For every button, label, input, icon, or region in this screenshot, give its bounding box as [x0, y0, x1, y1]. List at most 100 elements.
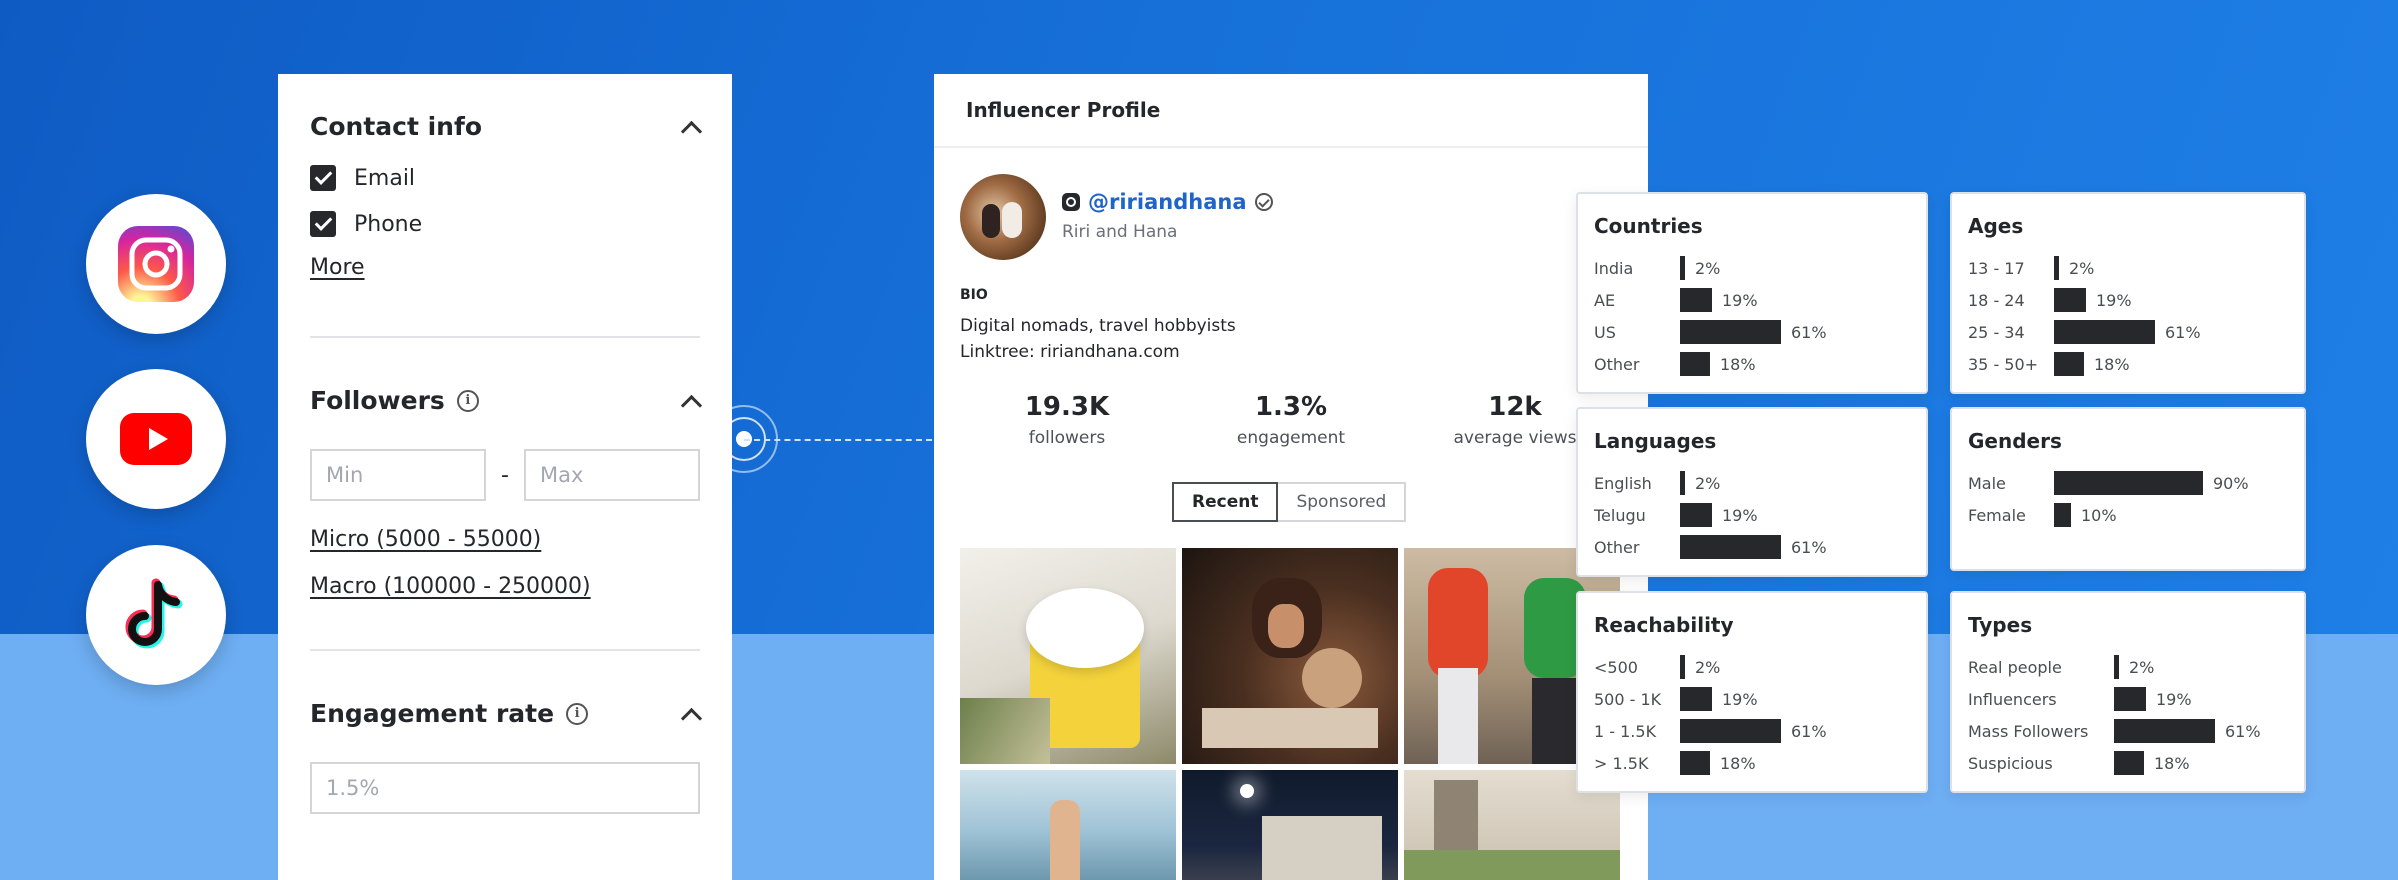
contact-info-title: Contact info — [310, 112, 483, 141]
engagement-input[interactable]: 1.5% — [310, 762, 700, 814]
bar-percent: 2% — [2069, 258, 2095, 278]
filter-panel: Contact info Email Phone More Followers … — [278, 74, 732, 880]
bar-label: 35 - 50+ — [1968, 354, 2039, 374]
post-thumbnail[interactable] — [1182, 770, 1398, 880]
bar — [1680, 655, 1685, 679]
bar-percent: 19% — [1722, 689, 1758, 709]
bar-label: 13 - 17 — [1968, 258, 2025, 278]
bar-label: Telugu — [1594, 505, 1646, 525]
bar-label: <500 — [1594, 657, 1638, 677]
bar-percent: 19% — [2096, 290, 2132, 310]
bar-label: Influencers — [1968, 689, 2057, 709]
bar-percent: 19% — [1722, 290, 1758, 310]
chevron-up-icon[interactable] — [680, 117, 700, 137]
bar-row: Other 18% — [1594, 348, 1910, 380]
instagram-button[interactable] — [86, 194, 226, 334]
bar-row: Influencers 19% — [1968, 683, 2288, 715]
bar-row: > 1.5K 18% — [1594, 747, 1910, 779]
macro-preset-link[interactable]: Macro (100000 - 250000) — [310, 574, 591, 599]
bar-percent: 18% — [1720, 753, 1756, 773]
bar-row: Other 61% — [1594, 531, 1910, 563]
phone-checkbox[interactable] — [310, 211, 336, 237]
post-thumbnail[interactable] — [1182, 548, 1398, 764]
email-checkbox[interactable] — [310, 165, 336, 191]
genders-card: Genders Male 90% Female 10% — [1950, 407, 2306, 571]
bar-percent: 2% — [1695, 473, 1721, 493]
bar — [1680, 535, 1781, 559]
bar-label: AE — [1594, 290, 1616, 310]
stat-followers: 19.3K followers — [967, 392, 1167, 448]
bar-row: 18 - 24 19% — [1968, 284, 2288, 316]
bar-percent: 2% — [1695, 657, 1721, 677]
card-title: Genders — [1968, 429, 2062, 453]
bar — [2054, 288, 2086, 312]
tab-recent[interactable]: Recent — [1172, 482, 1279, 522]
profile-handle[interactable]: @ririandhana — [1088, 190, 1247, 214]
card-title: Reachability — [1594, 613, 1734, 637]
youtube-icon — [120, 413, 192, 465]
bar — [2054, 352, 2084, 376]
influencer-profile-panel: Influencer Profile @ririandhana Riri and… — [934, 74, 1648, 880]
bar-percent: 19% — [2156, 689, 2192, 709]
engagement-header[interactable]: Engagement rate i — [310, 699, 700, 728]
bar — [2054, 256, 2059, 280]
bar-row: AE 19% — [1594, 284, 1910, 316]
post-thumbnail[interactable] — [960, 770, 1176, 880]
verified-icon — [1254, 193, 1273, 211]
bio-line: Linktree: ririandhana.com — [960, 342, 1180, 362]
email-label: Email — [354, 165, 416, 191]
info-icon[interactable]: i — [456, 389, 479, 412]
bar — [1680, 256, 1685, 280]
bar-label: 18 - 24 — [1968, 290, 2025, 310]
bar-label: > 1.5K — [1594, 753, 1649, 773]
bar-row: India 2% — [1594, 252, 1910, 284]
info-icon[interactable]: i — [566, 702, 589, 725]
bar-percent: 61% — [1791, 322, 1827, 342]
followers-title: Followers — [310, 386, 445, 415]
post-thumbnail[interactable] — [960, 548, 1176, 764]
tab-sponsored[interactable]: Sponsored — [1278, 482, 1407, 522]
countries-card: Countries India 2% AE 19% US 61% Other 18% — [1576, 192, 1928, 394]
chevron-up-icon[interactable] — [680, 704, 700, 724]
bar-row: Telugu 19% — [1594, 499, 1910, 531]
micro-preset-link[interactable]: Micro (5000 - 55000) — [310, 527, 541, 552]
bar-percent: 90% — [2213, 473, 2249, 493]
bar-row: 25 - 34 61% — [1968, 316, 2288, 348]
bar-percent: 61% — [2225, 721, 2261, 741]
more-link[interactable]: More — [310, 255, 365, 280]
followers-header[interactable]: Followers i — [310, 386, 700, 415]
youtube-button[interactable] — [86, 369, 226, 509]
bar-percent: 10% — [2081, 505, 2117, 525]
bar — [1680, 320, 1781, 344]
avatar[interactable] — [960, 174, 1046, 260]
tiktok-button[interactable] — [86, 545, 226, 685]
bar — [2054, 471, 2203, 495]
followers-min-input[interactable]: Min — [310, 449, 486, 501]
reachability-card: Reachability <500 2% 500 - 1K 19% 1 - 1.5K 61… — [1576, 591, 1928, 793]
bar — [2114, 719, 2215, 743]
followers-max-input[interactable]: Max — [524, 449, 700, 501]
chevron-up-icon[interactable] — [680, 391, 700, 411]
instagram-icon — [118, 226, 194, 302]
contact-info-header[interactable]: Contact info — [310, 112, 700, 141]
display-name: Riri and Hana — [1062, 222, 1178, 242]
bar-label: 25 - 34 — [1968, 322, 2025, 342]
bar-percent: 2% — [1695, 258, 1721, 278]
phone-checkbox-row[interactable]: Phone — [310, 211, 700, 237]
bar — [1680, 352, 1710, 376]
stat-value: 1.3% — [1254, 392, 1328, 422]
bar — [1680, 503, 1712, 527]
bar-percent: 61% — [1791, 537, 1827, 557]
bar-percent: 18% — [1720, 354, 1756, 374]
tiktok-icon — [125, 578, 183, 649]
bar-label: Other — [1594, 354, 1640, 374]
range-separator: - — [501, 462, 509, 488]
stat-label: followers — [1028, 428, 1106, 448]
bar-label: Real people — [1968, 657, 2062, 677]
bar-label: Male — [1968, 473, 2006, 493]
bar-row: 35 - 50+ 18% — [1968, 348, 2288, 380]
post-tabs: Recent Sponsored — [1172, 482, 1407, 522]
bar-row: US 61% — [1594, 316, 1910, 348]
bar-percent: 18% — [2154, 753, 2190, 773]
email-checkbox-row[interactable]: Email — [310, 165, 700, 191]
